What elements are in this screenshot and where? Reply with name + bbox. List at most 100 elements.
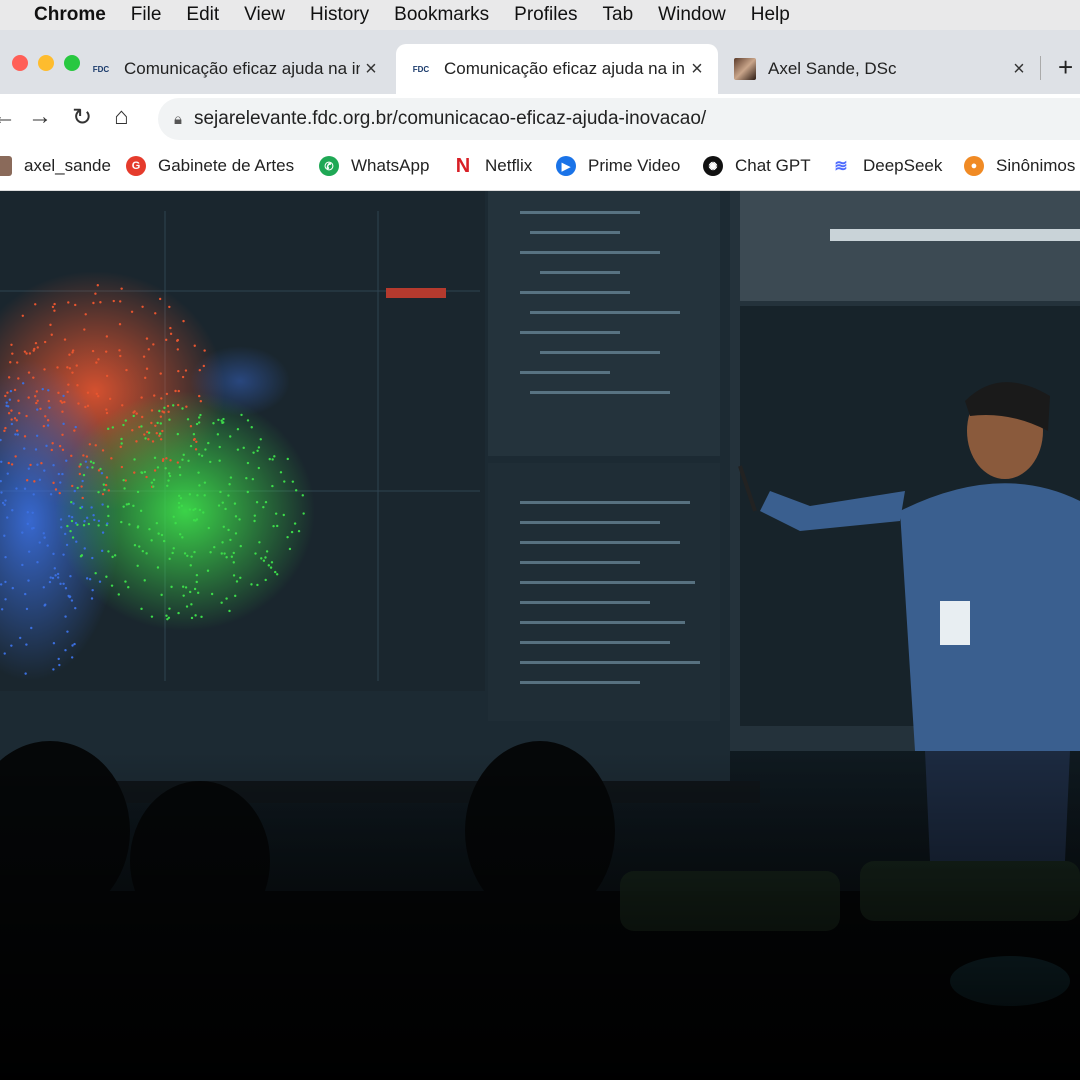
scatter-dot [239, 544, 242, 548]
scatter-dot [21, 563, 24, 567]
scatter-dot [82, 473, 86, 477]
scatter-dot [159, 438, 163, 441]
scatter-dot [181, 585, 185, 588]
scatter-dot [61, 448, 65, 452]
tab-close-icon[interactable]: × [1008, 58, 1030, 81]
scatter-dot [118, 323, 122, 326]
scatter-dot [65, 543, 69, 547]
bookmark-axel-sande[interactable]: axel_sande [0, 146, 111, 186]
tab-close-icon[interactable]: × [686, 58, 708, 81]
new-tab-plus-icon[interactable]: + [1058, 52, 1073, 83]
scatter-dot [195, 440, 198, 443]
tab-close-icon[interactable]: × [360, 58, 382, 81]
scatter-dot [25, 352, 28, 355]
scatter-dot [28, 352, 32, 355]
scatter-dot [145, 337, 149, 340]
scatter-dot [167, 479, 170, 482]
menu-window[interactable]: Window [658, 4, 726, 26]
scatter-dot [83, 547, 86, 550]
scatter-dot [23, 487, 27, 490]
scatter-dot [168, 305, 171, 309]
scatter-dot [92, 461, 95, 465]
bookmark-whatsapp[interactable]: ✆ WhatsApp [319, 146, 429, 186]
scatter-dot [83, 520, 86, 523]
scatter-dot [135, 412, 138, 415]
bookmark-deepseek[interactable]: ≋ DeepSeek [831, 146, 942, 186]
scatter-dot [51, 576, 55, 580]
menu-history[interactable]: History [310, 4, 369, 26]
menu-edit[interactable]: Edit [186, 4, 219, 26]
bookmark-sinonimos[interactable]: ● Sinônimos [964, 146, 1075, 186]
menu-tab[interactable]: Tab [603, 4, 634, 26]
scatter-dot [181, 458, 184, 461]
menu-view[interactable]: View [244, 4, 285, 26]
menu-bookmarks[interactable]: Bookmarks [394, 4, 489, 26]
menu-file[interactable]: File [131, 4, 162, 26]
scatter-dot [100, 549, 104, 553]
menu-help[interactable]: Help [751, 4, 790, 26]
scatter-dot [158, 297, 162, 301]
scatter-dot [105, 575, 108, 578]
scatter-dot [189, 564, 192, 567]
scatter-dot [196, 591, 200, 595]
scatter-dot [190, 603, 193, 606]
scatter-dot [188, 508, 192, 511]
scatter-dot [92, 514, 95, 517]
bookmark-netflix[interactable]: N Netflix [453, 146, 532, 186]
scatter-dot [4, 499, 7, 502]
window-minimize-button[interactable] [38, 55, 54, 71]
forward-arrow-icon[interactable]: → [28, 103, 52, 131]
url-text[interactable]: sejarelevante.fdc.org.br/comunicacao-efi… [194, 108, 706, 130]
scatter-dot [221, 541, 224, 544]
tab-comunicacao-1[interactable]: FDC Comunicação eficaz ajuda na in × [76, 44, 392, 94]
scatter-dot [186, 418, 190, 421]
scatter-dot [34, 303, 37, 306]
scatter-dot [4, 580, 7, 584]
scatter-dot [36, 560, 39, 564]
scatter-dot [168, 418, 171, 421]
scatter-dot [150, 421, 153, 425]
scatter-dot [257, 466, 261, 470]
scatter-dot [51, 442, 54, 445]
menu-chrome[interactable]: Chrome [34, 4, 106, 26]
scatter-dot [150, 481, 154, 484]
bookmark-label: Prime Video [588, 156, 681, 175]
scatter-dot [145, 552, 148, 555]
scatter-dot [190, 616, 194, 620]
scatter-dot [153, 469, 157, 472]
bookmark-prime-video[interactable]: ▶ Prime Video [556, 146, 680, 186]
window-close-button[interactable] [12, 55, 28, 71]
profile-photo-favicon-icon [734, 58, 756, 80]
scatter-dot [13, 388, 17, 392]
tab-axel-sande[interactable]: Axel Sande, DSc × [720, 44, 1040, 94]
lock-icon[interactable]: 🔒︎ [174, 111, 182, 128]
menu-profiles[interactable]: Profiles [514, 4, 577, 26]
scatter-dot [154, 424, 157, 427]
scatter-dot [181, 375, 185, 379]
bookmark-gabinete-de-artes[interactable]: G Gabinete de Artes [126, 146, 294, 186]
scatter-dot [212, 422, 215, 425]
scatter-dot [156, 421, 159, 425]
bookmark-chat-gpt[interactable]: ✺ Chat GPT [703, 146, 811, 186]
scatter-dot [80, 505, 84, 509]
scatter-dot [273, 455, 276, 458]
back-arrow-icon[interactable]: ← [0, 103, 16, 131]
home-icon[interactable]: ⌂ [114, 103, 129, 131]
scatter-dot [232, 561, 235, 564]
scatter-dot [73, 489, 76, 493]
scatter-dot [35, 390, 39, 393]
scatter-dot [279, 471, 283, 474]
scatter-dot [5, 401, 8, 404]
scatter-dot [132, 504, 135, 508]
scatter-dot [59, 518, 63, 521]
reload-icon[interactable]: ↻ [72, 103, 92, 132]
macos-menubar: Chrome File Edit View History Bookmarks … [0, 0, 1080, 30]
tab-comunicacao-2[interactable]: FDC Comunicação eficaz ajuda na in × [396, 44, 718, 94]
address-bar[interactable]: 🔒︎ sejarelevante.fdc.org.br/comunicacao-… [158, 98, 1080, 140]
scatter-dot [103, 488, 106, 492]
scatter-dot [172, 404, 175, 407]
scatter-dot [183, 552, 187, 555]
scatter-dot [0, 491, 3, 494]
scatter-dot [172, 547, 175, 550]
scatter-dot [140, 471, 143, 474]
